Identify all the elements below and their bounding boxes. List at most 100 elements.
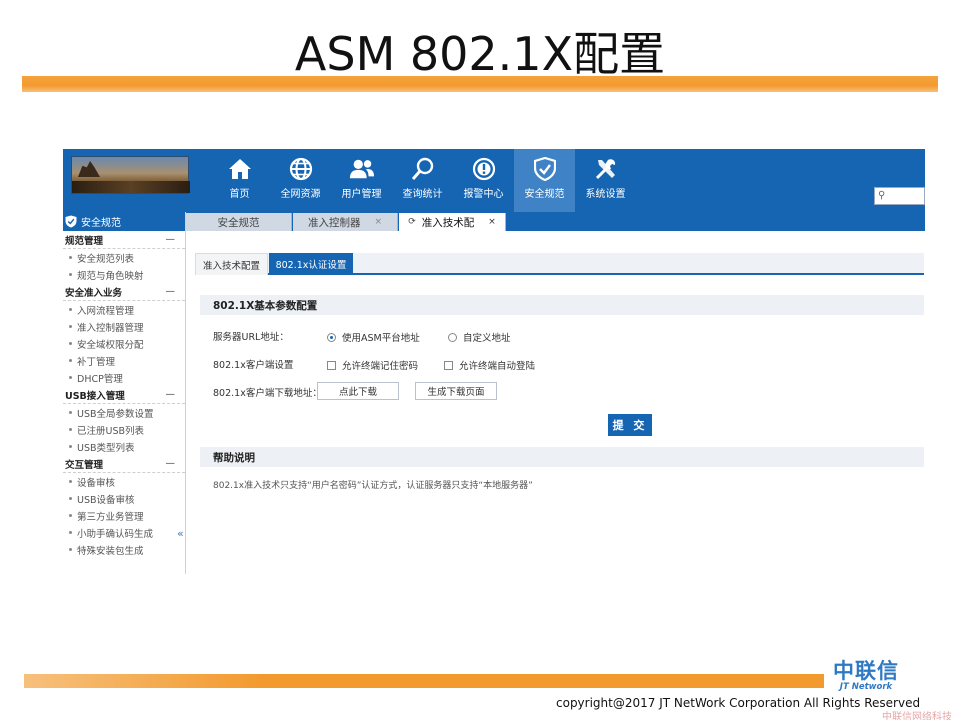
nav-label: 安全规范 [524,189,565,200]
nav-label: 用户管理 [341,189,382,200]
tab-label: 准入技术配 [421,216,475,229]
tab-strip: 安全规范 准入控制器 × ⟳ 准入技术配 × [186,212,925,231]
sidebar-item-label: 规范与角色映射 [77,270,144,282]
bullet-icon [69,325,72,328]
subtab-8021x-auth-settings[interactable]: 802.1x认证设置 [269,253,353,275]
sidebar-item[interactable]: 入网流程管理 [63,301,185,318]
sidebar-group-title[interactable]: USB接入管理 — [63,386,185,404]
bullet-icon [69,548,72,551]
checkbox[interactable] [327,360,336,370]
brand-name-en: JT Network [839,682,893,692]
sidebar-item[interactable]: 安全域权限分配 [63,335,185,352]
tab-label: 准入控制器 [307,216,361,229]
slide-title: ASM 802.1X配置 [294,27,666,81]
tab-access-tech-config[interactable]: ⟳ 准入技术配 × [399,213,506,231]
radio-button-checked[interactable] [327,332,336,342]
nav-item-system-settings[interactable]: 系统设置 [575,149,636,212]
bullet-icon [69,273,72,276]
radio-label: 使用ASM平台地址 [342,333,420,344]
sidebar-item[interactable]: 规范与角色映射 [63,266,185,283]
subtab-bar: 准入技术配置 802.1x认证设置 [195,253,924,275]
sidebar-item-label: DHCP管理 [77,373,123,385]
sidebar-header-label: 安全规范 [81,218,121,229]
nav-label: 系统设置 [585,189,626,200]
checkbox-auto-login[interactable]: 允许终端自动登陆 [444,358,535,372]
refresh-icon[interactable]: ⟳ [408,217,416,227]
sidebar-item[interactable]: USB类型列表 [63,438,185,455]
server-url-label: 服务器URL地址： [213,332,289,343]
sidebar: 安全规范 规范管理 — 安全规范列表 规范与角色映射 安全准入业务 — 入网流程管理 准入控制… [63,212,186,574]
sidebar-item-label: 已注册USB列表 [77,425,145,437]
close-icon[interactable]: × [374,217,382,227]
globe-icon [288,156,314,182]
magnifier-icon [410,156,436,182]
sidebar-group-title[interactable]: 交互管理 — [63,455,185,473]
nav-item-security-policy[interactable]: 安全规范 [514,149,575,212]
collapse-toggle-icon[interactable]: — [166,458,176,469]
bullet-icon [69,256,72,259]
submit-button[interactable]: 提 交 [608,414,652,436]
collapse-toggle-icon[interactable]: — [166,389,176,400]
checkbox-label: 允许终端记住密码 [342,361,419,372]
sidebar-group-title[interactable]: 安全准入业务 — [63,283,185,301]
bullet-icon [69,531,72,534]
radio-custom-url[interactable]: 自定义地址 [448,330,511,344]
bullet-icon [69,514,72,517]
brand-name-cn: 中联信 [833,659,899,683]
sidebar-item-label: USB设备审核 [77,494,135,506]
section-title-help: 帮助说明 [200,447,924,467]
landscape-logo-image [71,156,190,194]
checkbox[interactable] [444,360,453,370]
alert-icon [471,156,497,182]
search-input[interactable]: ⚲ [874,187,925,205]
checkbox-label: 允许终端自动登陆 [459,361,536,372]
tab-access-controller[interactable]: 准入控制器 × [293,213,398,231]
nav-item-home[interactable]: 首页 [209,149,270,212]
sidebar-item-label: 安全规范列表 [77,253,135,265]
sidebar-item[interactable]: 特殊安装包生成 [63,541,185,558]
subtab-access-tech-config[interactable]: 准入技术配置 [195,253,268,275]
tools-icon [593,156,619,182]
sidebar-item[interactable]: DHCP管理 [63,369,185,386]
users-icon [349,156,375,182]
sidebar-item[interactable]: USB设备审核 [63,490,185,507]
sidebar-item[interactable]: 小助手确认码生成 [63,524,185,541]
brand-logo: 中联信 JT Network [824,660,908,692]
sidebar-item[interactable]: 安全规范列表 [63,249,185,266]
bullet-icon [69,342,72,345]
generate-download-page-button[interactable]: 生成下载页面 [415,382,497,400]
close-icon[interactable]: × [488,217,496,227]
sidebar-item-label: 补丁管理 [77,356,116,368]
sidebar-item[interactable]: 补丁管理 [63,352,185,369]
watermark-text: 中联信网络科技 [882,712,952,720]
sidebar-item-label: 第三方业务管理 [77,511,144,523]
nav-item-network-resources[interactable]: 全网资源 [270,149,331,212]
collapse-toggle-icon[interactable]: — [166,234,176,245]
radio-button[interactable] [448,332,457,342]
download-button[interactable]: 点此下载 [317,382,399,400]
sidebar-item[interactable]: 第三方业务管理 [63,507,185,524]
radio-asm-url[interactable]: 使用ASM平台地址 [327,330,420,344]
sidebar-group-label: USB接入管理 [65,390,125,402]
home-icon [227,156,253,182]
section-title-basic-config: 802.1X基本参数配置 [200,295,924,315]
sidebar-group-label: 交互管理 [65,459,104,471]
sidebar-item[interactable]: 准入控制器管理 [63,318,185,335]
bullet-icon [69,308,72,311]
sidebar-item[interactable]: USB全局参数设置 [63,404,185,421]
sidebar-item-label: 安全域权限分配 [77,339,144,351]
tab-security-policy[interactable]: 安全规范 [186,213,292,231]
nav-item-alarm-center[interactable]: 报警中心 [453,149,514,212]
collapse-sidebar-icon[interactable]: « [177,527,184,540]
nav-label: 首页 [229,189,250,200]
sidebar-group-title[interactable]: 规范管理 — [63,231,185,249]
nav-item-query-statistics[interactable]: 查询统计 [392,149,453,212]
sidebar-item-label: 小助手确认码生成 [77,528,154,540]
nav-item-user-management[interactable]: 用户管理 [331,149,392,212]
checkbox-remember-password[interactable]: 允许终端记住密码 [327,358,418,372]
sidebar-item[interactable]: 设备审核 [63,473,185,490]
collapse-toggle-icon[interactable]: — [166,286,176,297]
nav-label: 查询统计 [402,189,443,200]
nav-label: 全网资源 [280,189,321,200]
sidebar-item[interactable]: 已注册USB列表 [63,421,185,438]
